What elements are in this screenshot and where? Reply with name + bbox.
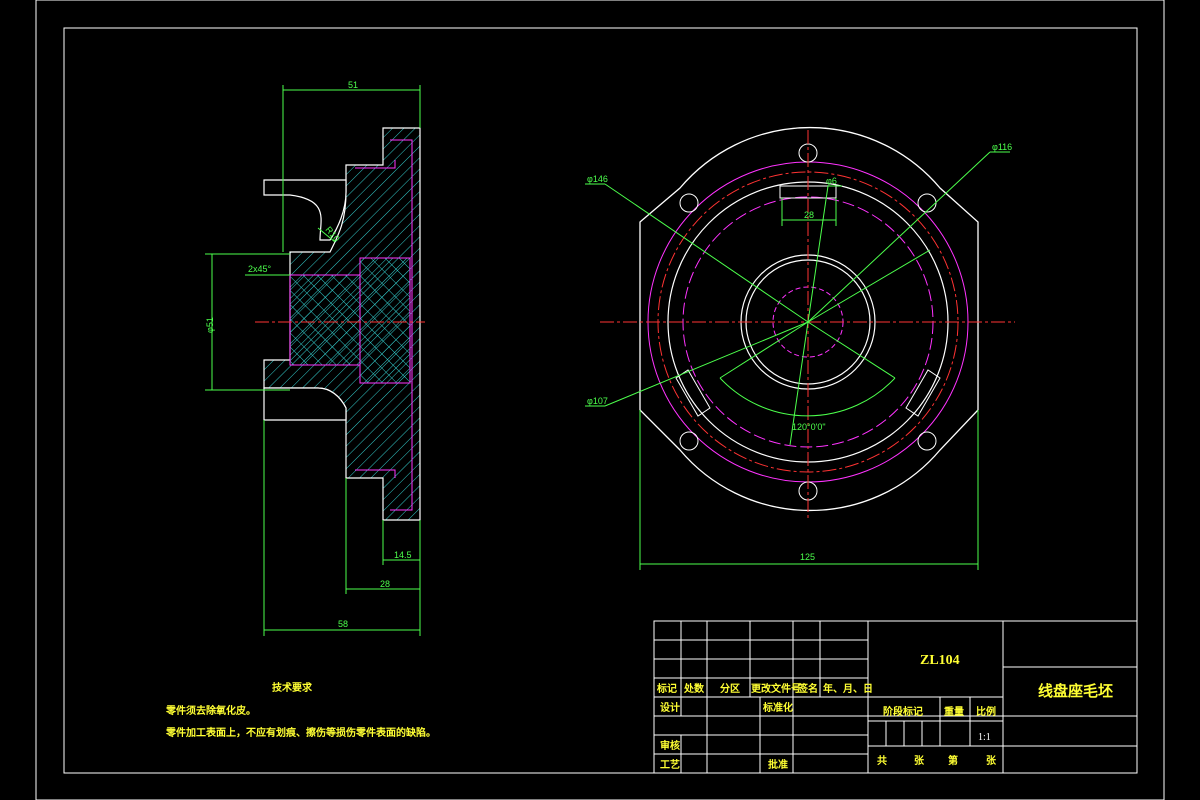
tb-count: 处数 [683, 682, 705, 695]
tb-standardize: 标准化 [762, 701, 793, 714]
dim-chamfer: 2x45° [248, 264, 272, 274]
section-hub [289, 274, 361, 366]
tb-zone: 分区 [720, 682, 740, 695]
tb-page: 第 [948, 754, 958, 767]
tb-date: 年、月、日 [823, 682, 873, 695]
dim-58: 58 [338, 619, 348, 629]
tb-total: 共 [877, 754, 887, 767]
tb-sheets: 张 [914, 754, 925, 767]
tb-review: 审核 [660, 739, 680, 752]
title-block-text: 标记 处数 分区 更改文件号 签名 年、月、日 设计 标准化 审核 工艺 批准 … [656, 653, 1113, 771]
section-flange-bottom [263, 387, 347, 421]
cad-drawing: 51 58 28 14.5 φ51 2x45° R10 φ116 φ146 φ1… [35, 0, 1165, 800]
tb-ratio: 比例 [976, 705, 996, 718]
tb-sign: 签名 [797, 682, 818, 695]
dim-28: 28 [380, 579, 390, 589]
dim-dia-6: φ6 [826, 176, 837, 186]
dim-125: 125 [800, 552, 815, 562]
dim-51: 51 [348, 80, 358, 90]
dim-dia-51: φ51 [205, 317, 215, 333]
dim-dia-107: φ107 [587, 396, 608, 406]
dim-slot-28: 28 [804, 210, 814, 220]
tb-weight: 重量 [944, 705, 964, 718]
tech-requirements: 技术要求 零件须去除氧化皮。 零件加工表面上，不应有划痕、擦伤等损伤零件表面的缺… [165, 681, 436, 739]
dim-angle: 120°0'0" [792, 422, 826, 432]
tech-req-title: 技术要求 [272, 681, 313, 694]
tb-design: 设计 [660, 701, 680, 714]
tb-scale-value: 1:1 [978, 732, 991, 743]
dim-dia-146: φ146 [587, 174, 608, 184]
tb-approve: 批准 [768, 758, 788, 771]
dim-dia-116: φ116 [992, 142, 1012, 152]
tech-req-line2: 零件加工表面上，不应有划痕、擦伤等损伤零件表面的缺陷。 [165, 726, 436, 739]
tb-mark: 标记 [656, 682, 677, 695]
section-view: 51 58 28 14.5 φ51 2x45° R10 [205, 80, 425, 636]
part-name: 线盘座毛坯 [1038, 682, 1113, 700]
tech-req-line1: 零件须去除氧化皮。 [165, 704, 256, 717]
tb-change-doc: 更改文件号 [751, 682, 801, 695]
front-outer [639, 126, 979, 512]
front-view: φ116 φ146 φ107 φ6 28 120°0'0" 125 [585, 126, 1015, 570]
tb-sheet: 张 [986, 754, 997, 767]
material-code: ZL104 [920, 653, 960, 668]
tb-stage-mark: 阶段标记 [883, 705, 923, 718]
tb-process: 工艺 [660, 758, 680, 771]
dim-14-5: 14.5 [394, 550, 412, 560]
section-hub-inner [359, 257, 411, 384]
